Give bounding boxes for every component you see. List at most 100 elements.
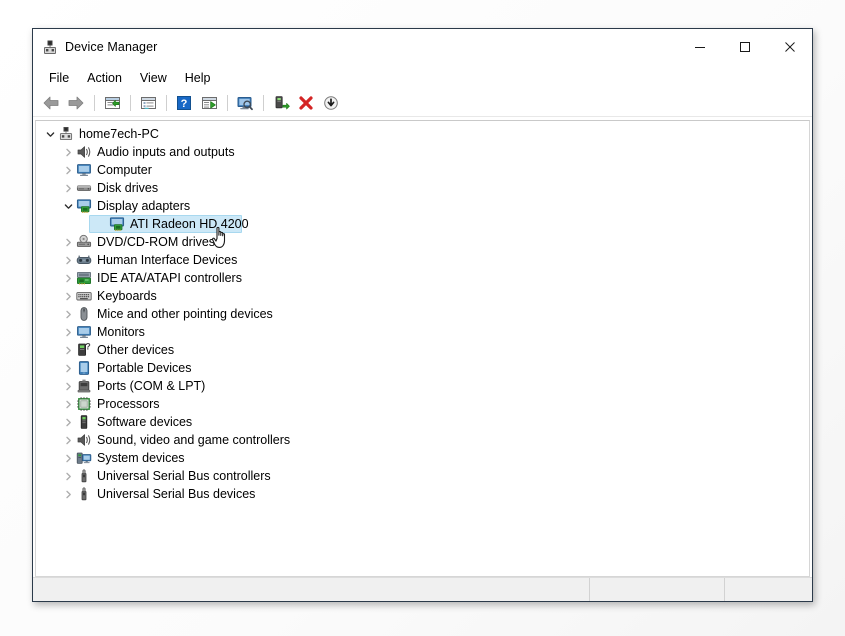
expander-toggle[interactable] [61,485,76,503]
minimize-button[interactable] [677,29,722,65]
window-title: Device Manager [65,40,158,54]
tree-item-universal-serial-bus-controllers[interactable]: Universal Serial Bus controllers [36,467,809,485]
close-button[interactable] [767,29,812,65]
portable-device-icon [76,360,92,376]
tree-item-label: DVD/CD-ROM drives [97,235,216,249]
help-button[interactable]: ? [172,92,196,114]
expander-toggle[interactable] [61,359,76,377]
expander-toggle[interactable] [61,449,76,467]
expander-toggle[interactable] [61,161,76,179]
ide-controller-icon [76,270,92,286]
software-device-icon [76,414,92,430]
expander-toggle[interactable] [61,179,76,197]
scan-button[interactable] [197,92,221,114]
tree-item-root[interactable]: home7ech-PC [36,125,809,143]
tree-item-ati-radeon-hd-4200[interactable]: ATI Radeon HD 4200 [36,215,809,233]
expander-toggle[interactable] [61,413,76,431]
toolbar-separator [94,95,95,111]
tree-item-ide-ata-atapi-controllers[interactable]: IDE ATA/ATAPI controllers [36,269,809,287]
tree-item-label: Universal Serial Bus devices [97,487,256,501]
forward-button[interactable] [64,92,88,114]
tree-item-label: Universal Serial Bus controllers [97,469,271,483]
tree-item-label: Mice and other pointing devices [97,307,273,321]
status-pane-1 [33,578,590,601]
toolbar-separator [166,95,167,111]
expander-toggle[interactable] [61,233,76,251]
menu-help[interactable]: Help [176,68,220,88]
tree-item-sound-video-and-game-controllers[interactable]: Sound, video and game controllers [36,431,809,449]
title-bar[interactable]: Device Manager [33,29,812,65]
tree-item-monitors[interactable]: Monitors [36,323,809,341]
tree-item-computer[interactable]: Computer [36,161,809,179]
speaker-icon [76,144,92,160]
tree-item-keyboards[interactable]: Keyboards [36,287,809,305]
expander-toggle[interactable] [61,305,76,323]
tree-item-label: Portable Devices [97,361,192,375]
tree-item-ports-com-lpt[interactable]: Ports (COM & LPT) [36,377,809,395]
tree-item-label: Ports (COM & LPT) [97,379,206,393]
tree-item-universal-serial-bus-devices[interactable]: Universal Serial Bus devices [36,485,809,503]
monitor-icon [76,324,92,340]
tree-item-label: Sound, video and game controllers [97,433,291,447]
expander-toggle[interactable] [61,377,76,395]
tree-item-other-devices[interactable]: ? Other devices [36,341,809,359]
tree-item-display-adapters[interactable]: Display adapters [36,197,809,215]
back-button[interactable] [39,92,63,114]
svg-text:?: ? [181,98,188,110]
hid-icon [76,252,92,268]
usb-icon [76,486,92,502]
expander-toggle[interactable] [61,395,76,413]
tree-item-label: ATI Radeon HD 4200 [130,217,249,231]
tree-item-audio-inputs-and-outputs[interactable]: Audio inputs and outputs [36,143,809,161]
tree-item-label: Audio inputs and outputs [97,145,235,159]
monitor-icon [76,162,92,178]
tree-item-label: Computer [97,163,152,177]
expander-toggle[interactable] [61,287,76,305]
disable-button[interactable] [319,92,343,114]
tree-item-dvd-cd-rom-drives[interactable]: DVD/CD-ROM drives [36,233,809,251]
tree-item-label: Keyboards [97,289,157,303]
tree-item-label: Software devices [97,415,193,429]
status-pane-2 [590,578,725,601]
tree-item-portable-devices[interactable]: Portable Devices [36,359,809,377]
update-driver-button[interactable] [269,92,293,114]
menu-file[interactable]: File [40,68,78,88]
tree-item-label: Monitors [97,325,145,339]
tree-item-processors[interactable]: Processors [36,395,809,413]
show-hidden-button[interactable] [136,92,160,114]
tree-item-label: Disk drives [97,181,159,195]
usb-icon [76,468,92,484]
maximize-button[interactable] [722,29,767,65]
tree-item-human-interface-devices[interactable]: Human Interface Devices [36,251,809,269]
device-manager-window: Device Manager File Action View Help ? h… [32,28,813,602]
tree-item-label: home7ech-PC [79,127,159,141]
tree-item-mice-and-other-pointing-devices[interactable]: Mice and other pointing devices [36,305,809,323]
expander-toggle[interactable] [61,143,76,161]
tree-item-system-devices[interactable]: System devices [36,449,809,467]
menu-action[interactable]: Action [78,68,131,88]
uninstall-button[interactable] [294,92,318,114]
expander-toggle[interactable] [61,251,76,269]
disk-drive-icon [76,180,92,196]
window-controls [677,29,812,65]
toolbar: ? [33,90,812,117]
tree-item-software-devices[interactable]: Software devices [36,413,809,431]
tree-item-label: Human Interface Devices [97,253,238,267]
menu-view[interactable]: View [131,68,176,88]
expander-toggle[interactable] [43,125,58,143]
toolbar-separator [263,95,264,111]
expander-toggle[interactable] [61,323,76,341]
expander-toggle[interactable] [61,197,76,215]
expander-toggle[interactable] [61,341,76,359]
computer-root-icon [58,126,74,142]
expander-toggle[interactable] [61,269,76,287]
expander-toggle[interactable] [61,431,76,449]
svg-text:?: ? [85,342,91,351]
display-button[interactable] [233,92,257,114]
device-tree[interactable]: home7ech-PC Audio inputs and outputs Compu… [35,120,810,577]
properties-button[interactable] [100,92,124,114]
device-manager-icon [42,39,58,55]
tree-item-disk-drives[interactable]: Disk drives [36,179,809,197]
status-bar [33,577,812,601]
expander-toggle[interactable] [61,467,76,485]
